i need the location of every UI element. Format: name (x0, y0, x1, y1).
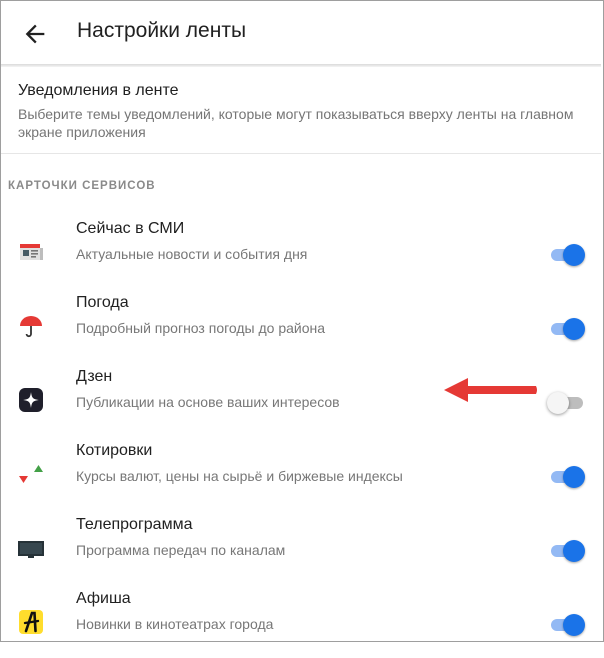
notifications-description: Выберите темы уведомлений, которые могут… (18, 106, 574, 140)
notifications-setting[interactable]: Уведомления в ленте Выберите темы уведом… (1, 67, 601, 153)
service-description: Программа передач по каналам (76, 542, 286, 558)
toggle-afisha[interactable] (547, 612, 587, 638)
service-name: Сейчас в СМИ (76, 220, 185, 237)
service-row-news[interactable]: Сейчас в СМИ Актуальные новости и событи… (1, 214, 601, 288)
toggle-zen[interactable] (547, 390, 587, 416)
toggle-tv[interactable] (547, 538, 587, 564)
service-name: Котировки (76, 442, 153, 459)
umbrella-icon (20, 316, 42, 338)
divider (1, 153, 601, 154)
service-name: Телепрограмма (76, 516, 193, 533)
service-description: Подробный прогноз погоды до района (76, 320, 326, 336)
service-description: Публикации на основе ваших интересов (76, 394, 340, 410)
section-title: КАРТОЧКИ СЕРВИСОВ (8, 180, 156, 192)
back-arrow-icon[interactable] (21, 20, 49, 48)
afisha-icon (19, 610, 43, 634)
toggle-quotes[interactable] (547, 464, 587, 490)
service-name: Дзен (76, 368, 113, 385)
service-description: Актуальные новости и события дня (76, 246, 308, 262)
service-name: Погода (76, 294, 129, 311)
service-row-afisha[interactable]: Афиша Новинки в кинотеатрах города (1, 584, 601, 658)
newspaper-icon (20, 244, 43, 260)
service-row-quotes[interactable]: Котировки Курсы валют, цены на сырьё и б… (1, 436, 601, 510)
service-row-tv[interactable]: Телепрограмма Программа передач по канал… (1, 510, 601, 584)
zen-icon (19, 388, 43, 412)
app-bar: Настройки ленты (1, 1, 601, 64)
toggle-news[interactable] (547, 242, 587, 268)
tv-icon (18, 541, 44, 558)
page-title: Настройки ленты (77, 19, 247, 42)
notifications-title: Уведомления в ленте (18, 82, 179, 99)
service-name: Афиша (76, 590, 131, 607)
quotes-icon (19, 465, 43, 483)
annotation-arrow-icon (444, 378, 537, 402)
service-description: Курсы валют, цены на сырьё и биржевые ин… (76, 468, 403, 484)
service-description: Новинки в кинотеатрах города (76, 616, 274, 632)
service-row-weather[interactable]: Погода Подробный прогноз погоды до район… (1, 288, 601, 362)
toggle-weather[interactable] (547, 316, 587, 342)
